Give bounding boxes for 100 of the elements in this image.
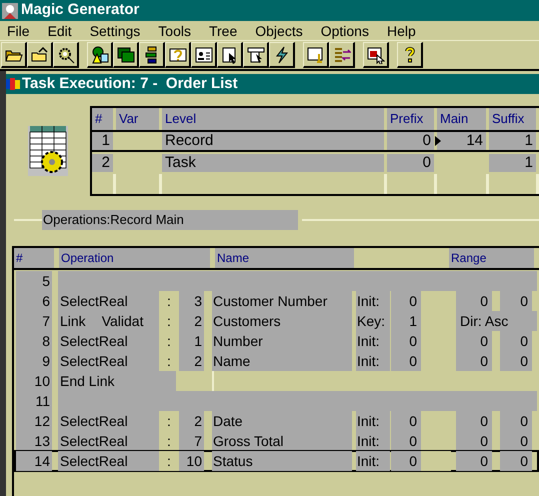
toolbar-button[interactable]	[397, 42, 423, 68]
table-cell: 0	[391, 451, 421, 471]
table-row[interactable]: 2 Task 0 1	[92, 152, 539, 174]
folder-arrow-icon	[30, 46, 48, 64]
table-cell: 0	[500, 331, 532, 351]
column-header: Suffix	[489, 108, 539, 130]
table-cell: 9	[16, 351, 52, 371]
toolbar-button[interactable]	[217, 42, 243, 68]
table-cell: 0	[500, 431, 532, 451]
menu-item[interactable]: Options	[320, 22, 369, 40]
table-cell: SelectReal	[58, 431, 159, 451]
column-header: Name	[215, 248, 354, 268]
table-row[interactable]: 11	[14, 390, 539, 412]
table-row[interactable]: 14 SelectReal : 10 Status Init: 0 0 0	[14, 450, 539, 472]
table-cell: Key:	[356, 311, 390, 331]
table-cell: 12	[16, 411, 52, 431]
table-cell: Name	[212, 351, 352, 371]
info-page-icon	[306, 46, 324, 64]
table-cell: Number	[212, 331, 352, 351]
toolbar-button[interactable]	[243, 42, 269, 68]
toolbar-button[interactable]	[27, 42, 53, 68]
help-window-icon	[168, 46, 186, 64]
table-cell: 7	[16, 311, 52, 331]
table-cell: SelectReal	[58, 331, 159, 351]
table-cell: 6	[16, 291, 52, 311]
gear-icon	[56, 46, 74, 64]
toolbar-button[interactable]	[165, 42, 191, 68]
table-cell: End Link	[58, 371, 176, 391]
table-row[interactable]: 5	[14, 270, 539, 292]
table-cell: Init:	[356, 351, 390, 371]
table-cell: 1	[92, 132, 116, 150]
table-cell: 10	[179, 451, 204, 471]
section-label: Operations:Record Main	[42, 210, 298, 230]
table-cell: 1	[391, 311, 421, 331]
table-pointer-icon	[246, 46, 264, 64]
toolbar-button[interactable]	[363, 42, 389, 68]
table-cell: Customer Number	[212, 291, 352, 311]
table-cell: 0	[456, 351, 492, 371]
table-cell: 0	[456, 451, 492, 471]
table-row[interactable]: 10 End Link	[14, 370, 539, 392]
table-cell: 2	[92, 154, 116, 172]
table-cell: Init:	[356, 431, 390, 451]
menu-item[interactable]: Settings	[90, 22, 140, 40]
table-row[interactable]: 8 SelectReal : 1 Number Init: 0 0 0	[14, 330, 539, 352]
app-icon	[2, 2, 18, 18]
column-header: Level	[162, 108, 387, 130]
menu-item[interactable]: Help	[386, 22, 416, 40]
table-cell: Init:	[356, 451, 390, 471]
table-row[interactable]: 1 Record 0 14 1	[92, 130, 539, 152]
toolbar-button[interactable]	[53, 42, 79, 68]
table-row[interactable]: 13 SelectReal : 7 Gross Total Init: 0 0 0	[14, 430, 539, 452]
menu-item[interactable]: Tools	[158, 22, 191, 40]
table-cell: Customers	[212, 311, 352, 331]
menu-item[interactable]: Objects	[255, 22, 303, 40]
column-header: #	[92, 108, 116, 130]
exchange-icon	[332, 46, 350, 64]
grid-pointer-icon	[366, 46, 384, 64]
column-header: Operation	[59, 248, 210, 268]
toolbar-button[interactable]	[87, 42, 113, 68]
table-cell: Record	[162, 132, 387, 150]
column-header: Var	[116, 108, 162, 130]
table-cell: Init:	[356, 411, 390, 431]
table-cell: 0	[391, 411, 421, 431]
current-row-marker-icon	[435, 136, 441, 146]
toolbar-button[interactable]	[191, 42, 217, 68]
table-cell: Task	[162, 154, 387, 172]
column-header: #	[14, 248, 54, 268]
toolbar-button[interactable]	[329, 42, 355, 68]
table-cell: 13	[16, 431, 52, 451]
table-row[interactable]: 7 Link Validat : 2 Customers Key: 1 Dir: Asc	[14, 310, 539, 332]
toolbar-button[interactable]	[303, 42, 329, 68]
mode-text: Validat	[102, 312, 144, 331]
menu-item[interactable]: File	[7, 22, 30, 40]
table-cell: :	[159, 451, 179, 471]
toolbar-button[interactable]	[139, 42, 165, 68]
id-card-icon	[194, 46, 212, 64]
table-cell: SelectReal	[58, 351, 159, 371]
toolbar-button[interactable]	[1, 42, 27, 68]
table-row[interactable]: 12 SelectReal : 2 Date Init: 0 0 0	[14, 410, 539, 432]
table-cell: Status	[212, 451, 352, 471]
table-cell: SelectReal	[58, 291, 159, 311]
table-cell: 3	[179, 291, 204, 311]
table-cell: 0	[456, 431, 492, 451]
table-row[interactable]: 6 SelectReal : 3 Customer Number Init: 0 0 0	[14, 290, 539, 312]
operation-text: Link	[60, 312, 86, 331]
table-cell: 0	[500, 451, 532, 471]
toolbar-button[interactable]	[269, 42, 295, 68]
table-cell: 0	[391, 331, 421, 351]
menu-item[interactable]: Tree	[208, 22, 238, 40]
table-cell: 0	[500, 291, 532, 311]
window-title: Magic Generator	[21, 0, 140, 20]
table-row[interactable]: 9 SelectReal : 2 Name Init: 0 0 0	[14, 350, 539, 372]
toolbar-button[interactable]	[113, 42, 139, 68]
table-cell: 0	[500, 351, 532, 371]
table-cell: 2	[179, 311, 204, 331]
app-logo-icon	[6, 77, 20, 91]
table-cell: 7	[179, 431, 204, 451]
menu-item[interactable]: Edit	[48, 22, 72, 40]
table-cell: Init:	[356, 331, 390, 351]
shapes-icon	[90, 46, 108, 64]
